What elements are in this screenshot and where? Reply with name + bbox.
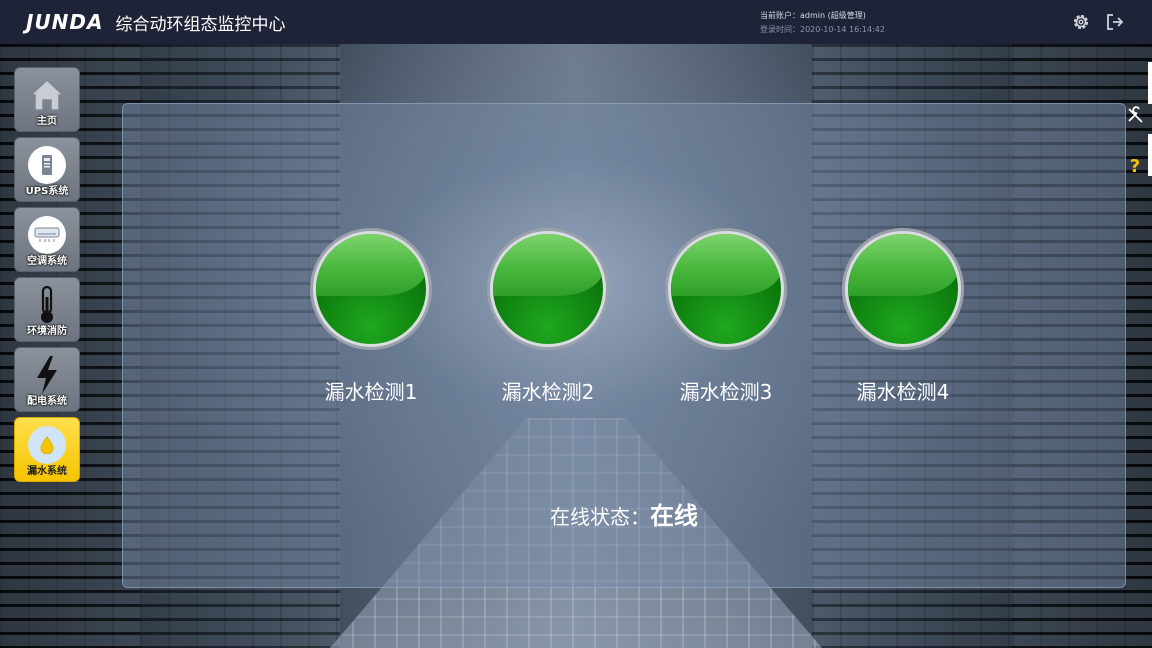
status-label: 在线状态： [550, 505, 650, 529]
nav-item-power-distribution[interactable]: 配电系统 [14, 347, 80, 412]
status-lamp [665, 228, 787, 350]
sensor-label: 漏水检测3 [679, 380, 773, 404]
leak-sensor-1: 漏水检测1 [281, 228, 461, 405]
leak-sensor-3: 漏水检测3 [636, 228, 816, 405]
nav-label-air-conditioning: 空调系统 [27, 256, 67, 267]
water-leak-panel: 漏水检测1 漏水检测2 漏水检测3 漏水检测4 在线状态：在线 [122, 103, 1126, 588]
nav-item-ups[interactable]: UPS系统 [14, 137, 80, 202]
help-icon[interactable]: ? [1126, 156, 1144, 177]
status-lamp [487, 228, 609, 350]
top-header: JUNDA 综合动环组态监控中心 当前账户：admin (超级管理) 登录时间：… [0, 0, 1152, 44]
current-account: 当前账户：admin (超级管理) [760, 11, 866, 20]
ups-icon [28, 146, 66, 184]
status-value: 在线 [650, 502, 698, 530]
right-edge-tab [1148, 62, 1152, 104]
nav-item-environment-fire[interactable]: 环境消防 [14, 277, 80, 342]
nav-item-air-conditioning[interactable]: 空调系统 [14, 207, 80, 272]
logout-icon[interactable] [1105, 12, 1125, 32]
nav-label-environment-fire: 环境消防 [27, 326, 67, 337]
sensor-label: 漏水检测2 [501, 380, 595, 404]
leak-sensor-4: 漏水检测4 [813, 228, 993, 405]
login-time: 登录时间：2020-10-14 16:14:42 [760, 25, 885, 34]
right-edge-tab [1148, 134, 1152, 176]
leak-sensor-2: 漏水检测2 [458, 228, 638, 405]
nav-item-home[interactable]: 主页 [14, 67, 80, 132]
nav-label-power-distribution: 配电系统 [27, 396, 67, 407]
nav-label-water-leak: 漏水系统 [27, 466, 67, 477]
sensor-label: 漏水检测1 [324, 380, 418, 404]
status-lamp [842, 228, 964, 350]
brand-logo: JUNDA [26, 10, 104, 34]
side-nav: 主页 UPS系统 空调系统 环境消防 配电系统 漏水系统 [14, 67, 82, 487]
nav-item-water-leak[interactable]: 漏水系统 [14, 417, 80, 482]
user-info: 当前账户：admin (超级管理) 登录时间：2020-10-14 16:14:… [760, 9, 885, 37]
online-status: 在线状态：在线 [123, 496, 1125, 531]
thermometer-icon [27, 285, 67, 325]
sensor-label: 漏水检测4 [856, 380, 950, 404]
gear-icon[interactable] [1071, 12, 1091, 32]
water-drop-icon [28, 426, 66, 464]
tools-icon[interactable] [1126, 106, 1144, 124]
status-lamp [310, 228, 432, 350]
nav-label-ups: UPS系统 [25, 186, 69, 197]
lightning-icon [27, 355, 67, 395]
nav-label-home: 主页 [37, 116, 57, 127]
home-icon [27, 75, 67, 115]
app-title: 综合动环组态监控中心 [115, 14, 286, 35]
air-conditioner-icon [28, 216, 66, 254]
